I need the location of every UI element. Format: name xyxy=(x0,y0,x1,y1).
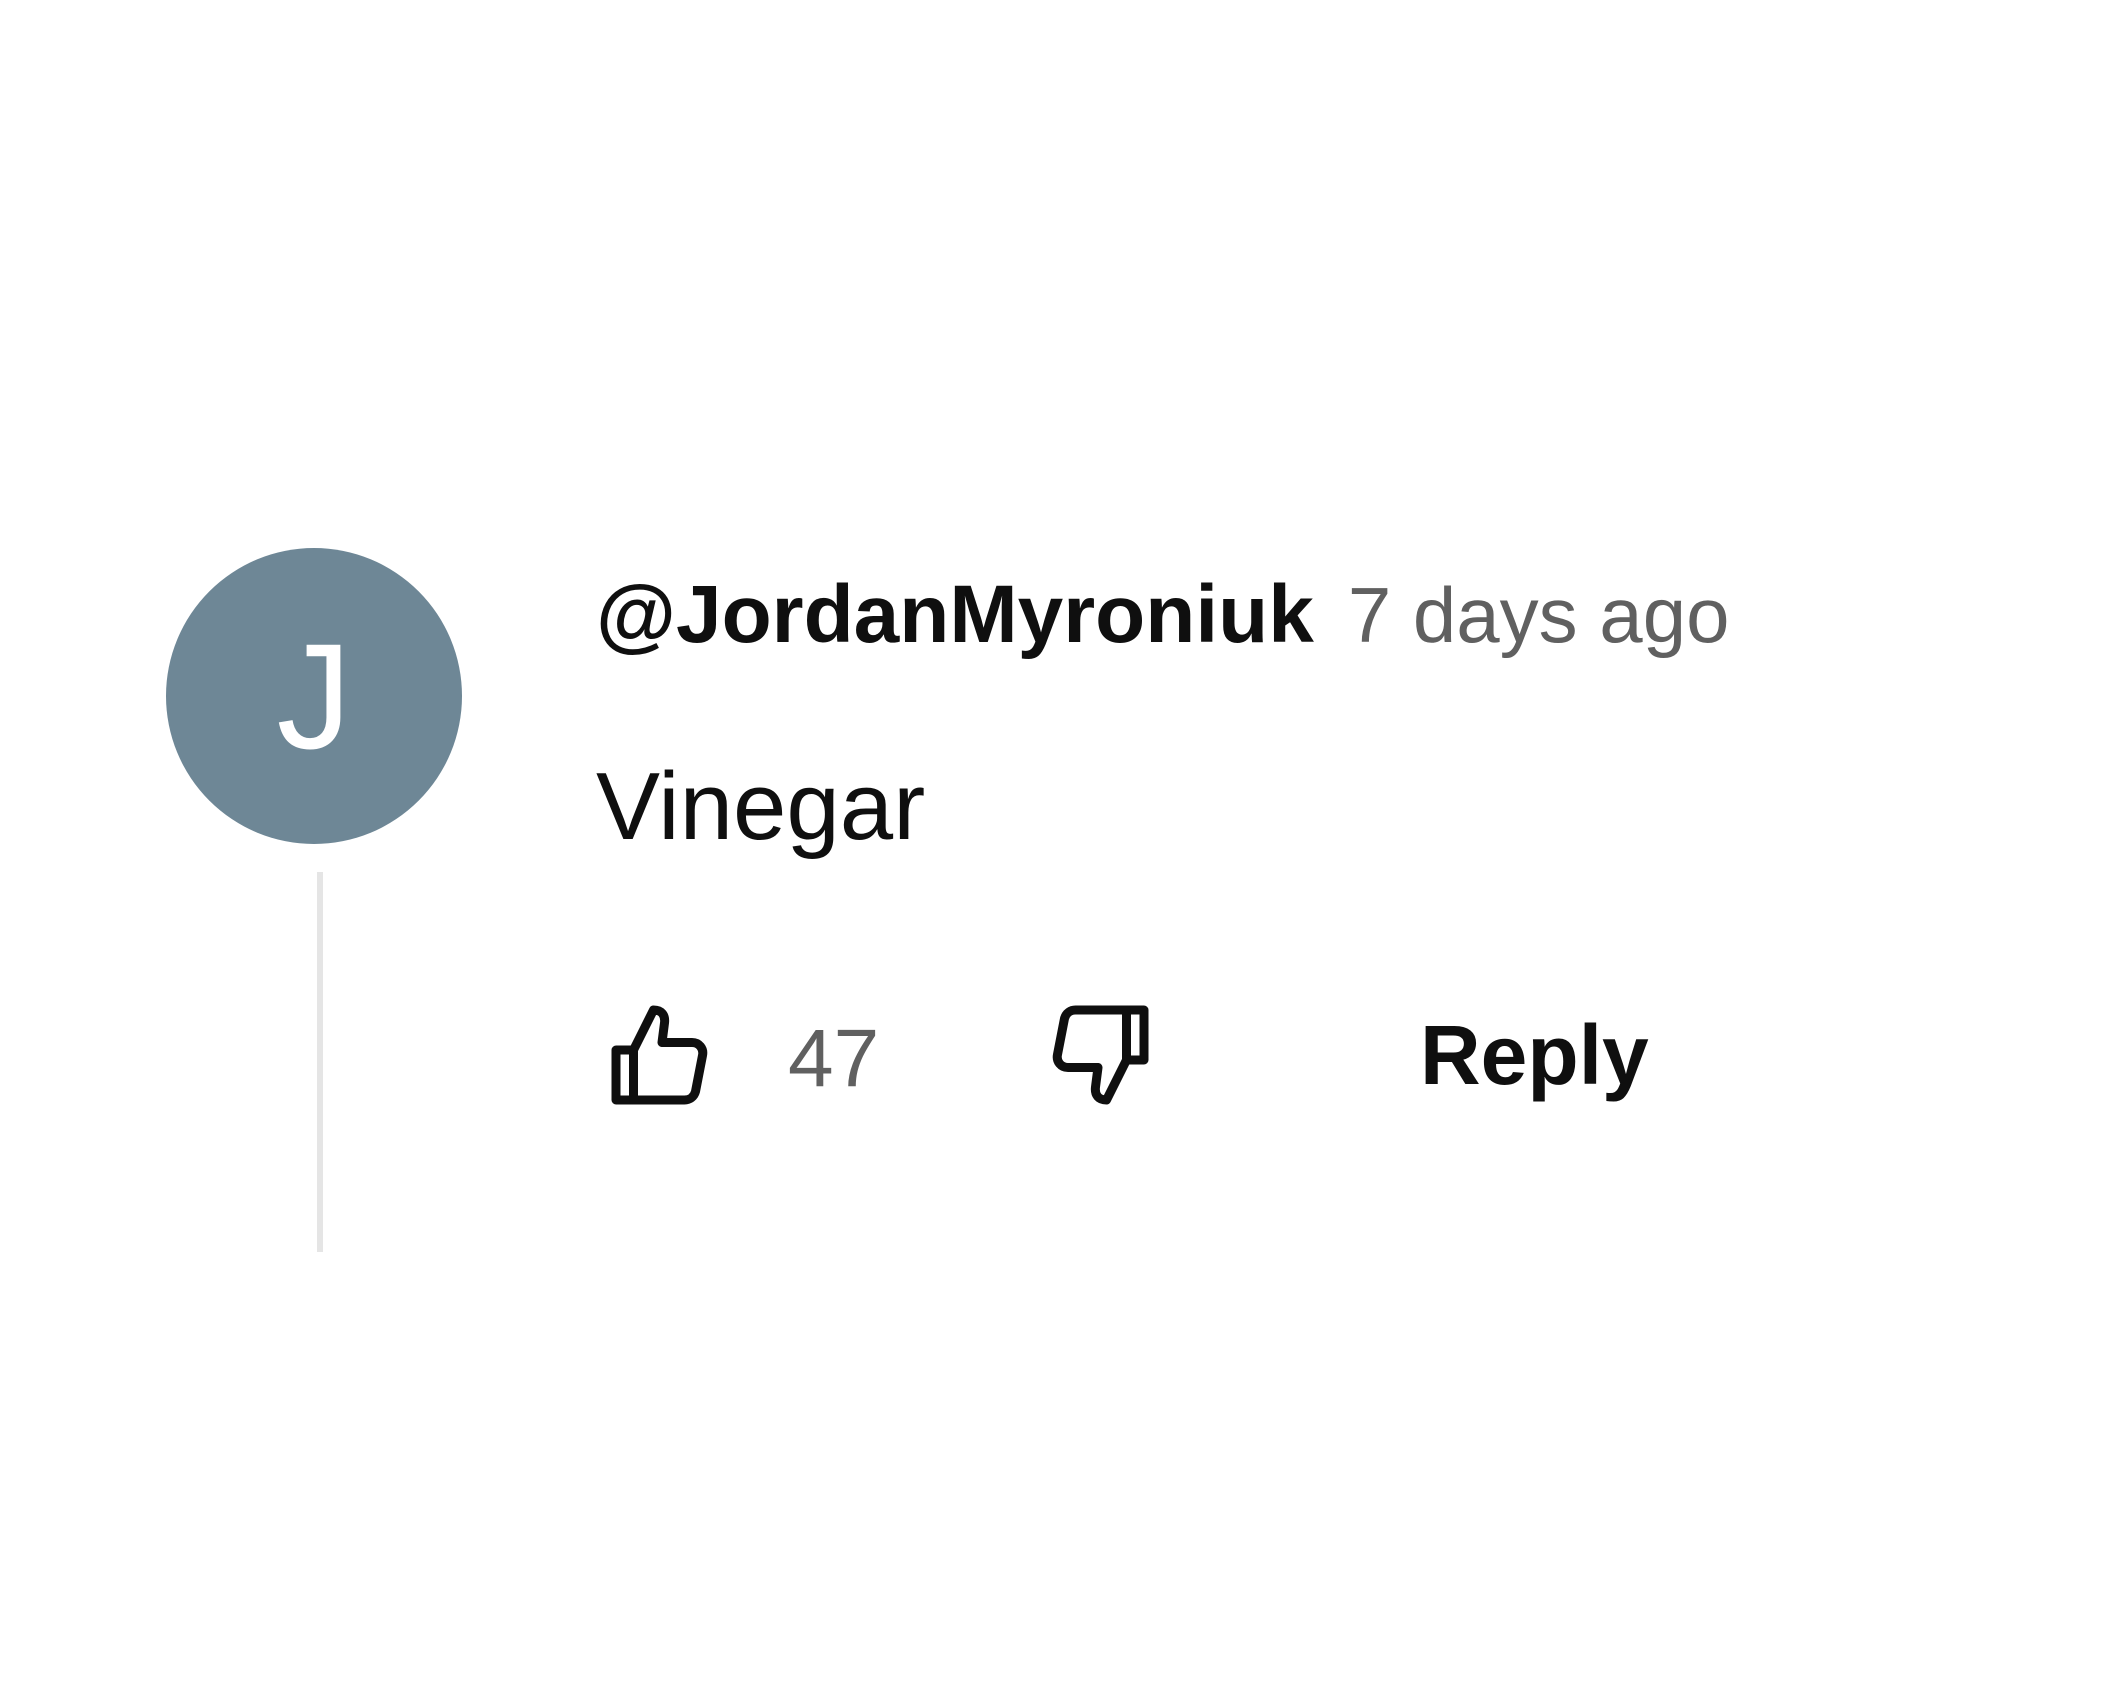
like-count: 47 xyxy=(788,1013,880,1104)
thread-line xyxy=(317,872,323,1252)
author-name[interactable]: @JordanMyroniuk xyxy=(596,568,1314,662)
comment-thread: J @JordanMyroniuk 7 days ago Vinegar 47 … xyxy=(0,0,2120,1696)
thumbs-up-icon xyxy=(611,1005,708,1105)
avatar-initial: J xyxy=(276,612,352,780)
reply-button[interactable]: Reply xyxy=(1386,990,1683,1120)
dislike-button[interactable] xyxy=(1034,990,1164,1120)
thumbs-down-icon xyxy=(1052,1005,1149,1105)
like-button[interactable] xyxy=(596,990,726,1120)
comment-header: @JordanMyroniuk 7 days ago xyxy=(596,568,1729,662)
comment-actions: 47 Reply xyxy=(596,990,1796,1120)
comment-text: Vinegar xyxy=(596,753,926,860)
avatar[interactable]: J xyxy=(166,548,462,844)
comment-timestamp[interactable]: 7 days ago xyxy=(1348,570,1730,661)
